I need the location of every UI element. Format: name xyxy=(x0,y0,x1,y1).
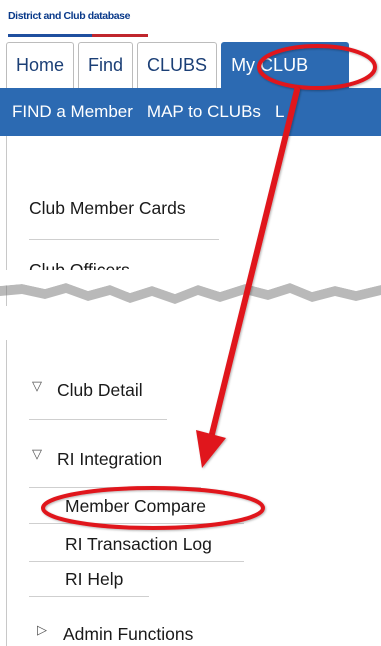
tab-clubs[interactable]: CLUBS xyxy=(137,42,218,88)
sidebar-item-club-member-cards[interactable]: Club Member Cards xyxy=(29,198,186,219)
divider xyxy=(29,523,244,524)
divider xyxy=(29,487,201,488)
triangle-down-icon[interactable]: ▽ xyxy=(32,446,42,462)
brand-underline xyxy=(8,34,148,37)
main-tabs: Home Find CLUBS My CLUB xyxy=(6,42,350,88)
subnav-more[interactable]: L xyxy=(275,102,284,122)
tree-item-ri-integration[interactable]: RI Integration xyxy=(57,449,162,470)
triangle-down-icon[interactable]: ▽ xyxy=(32,378,42,394)
tree-item-admin-functions[interactable]: Admin Functions xyxy=(63,624,193,645)
tree-item-ri-transaction-log[interactable]: RI Transaction Log xyxy=(65,534,212,555)
sidebar-panel-tree: ▽ Club Detail ▽ RI Integration Member Co… xyxy=(6,340,381,646)
tab-find[interactable]: Find xyxy=(78,42,134,88)
subnav-map-to-clubs[interactable]: MAP to CLUBs xyxy=(147,102,261,122)
divider xyxy=(29,596,149,597)
tab-my-club[interactable]: My CLUB xyxy=(221,42,350,88)
torn-edge xyxy=(0,270,381,304)
divider xyxy=(29,561,244,562)
sub-navigation: FIND a Member MAP to CLUBs L xyxy=(0,88,381,136)
subnav-find-member[interactable]: FIND a Member xyxy=(12,102,133,122)
tab-home[interactable]: Home xyxy=(6,42,75,88)
tree-item-member-compare[interactable]: Member Compare xyxy=(65,496,206,517)
tree-item-ri-help[interactable]: RI Help xyxy=(65,569,123,590)
divider xyxy=(29,419,167,420)
brand-title: District and Club database xyxy=(8,10,131,22)
tree-item-club-detail[interactable]: Club Detail xyxy=(57,380,143,401)
divider xyxy=(29,239,219,240)
triangle-right-icon[interactable]: ▷ xyxy=(37,622,47,638)
